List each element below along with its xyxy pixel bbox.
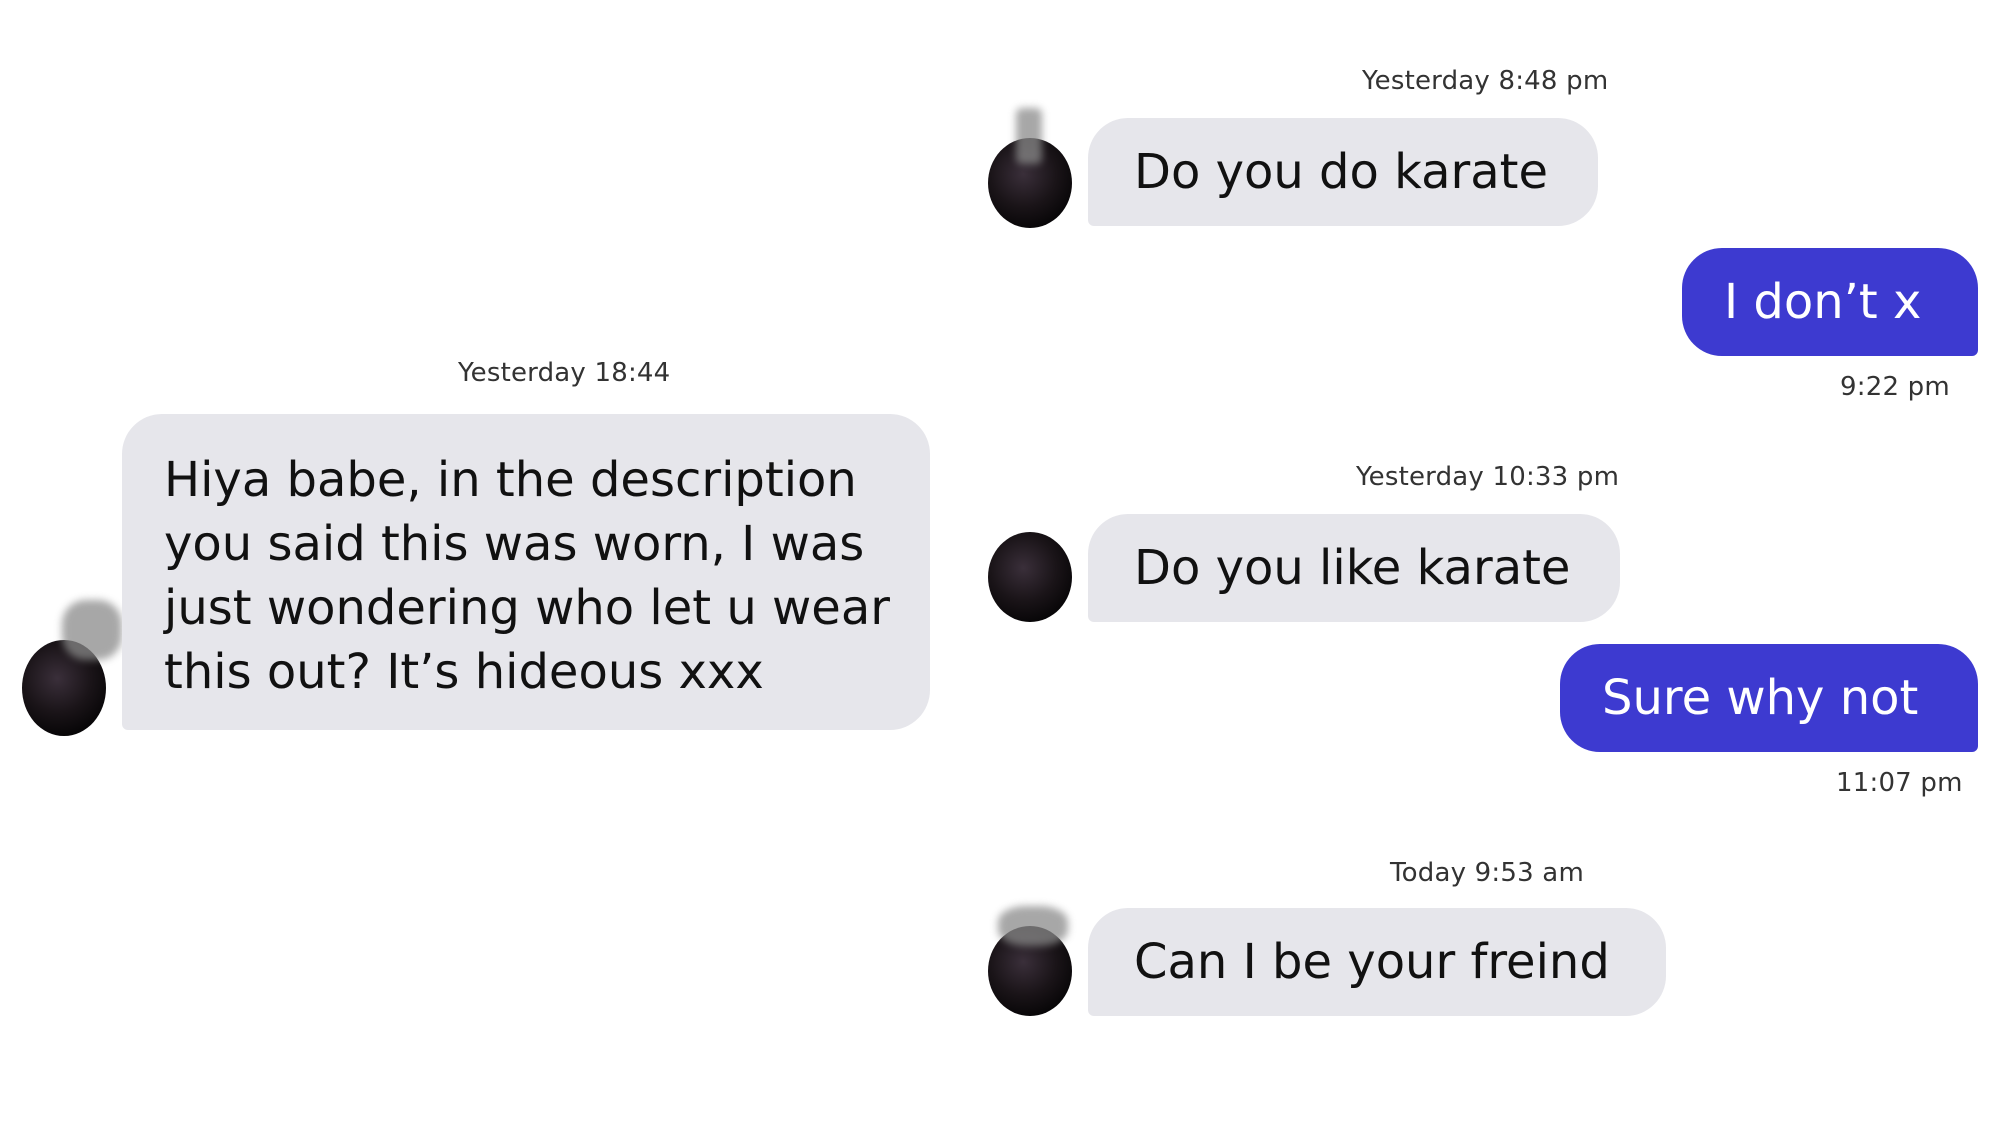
- incoming-message-bubble-1[interactable]: Do you do karate: [1088, 118, 1598, 226]
- sender-avatar-3[interactable]: [988, 906, 1072, 1016]
- message-1-timestamp: Yesterday 8:48 pm: [1362, 66, 1609, 96]
- incoming-message-text-3: Can I be your freind: [1134, 934, 1610, 990]
- incoming-message-bubble-2[interactable]: Do you like karate: [1088, 514, 1620, 622]
- message-5-timestamp: Today 9:53 am: [1390, 858, 1584, 888]
- outgoing-message-bubble-2[interactable]: Sure why not: [1560, 644, 1978, 752]
- left-incoming-message-text: Hiya babe, in the description you said t…: [164, 452, 890, 700]
- outgoing-message-text-2: Sure why not: [1602, 670, 1919, 726]
- left-incoming-message-bubble[interactable]: Hiya babe, in the description you said t…: [122, 414, 930, 730]
- outgoing-message-time-1: 9:22 pm: [1840, 372, 1950, 402]
- outgoing-message-bubble-1[interactable]: I don’t x: [1682, 248, 1978, 356]
- incoming-message-text-1: Do you do karate: [1134, 144, 1548, 200]
- outgoing-message-time-2: 11:07 pm: [1836, 768, 1963, 798]
- sender-avatar-1[interactable]: [988, 108, 1072, 228]
- avatar-blur-overlay: [1016, 108, 1042, 164]
- incoming-message-text-2: Do you like karate: [1134, 540, 1571, 596]
- incoming-message-bubble-3[interactable]: Can I be your freind: [1088, 908, 1666, 1016]
- avatar-blur-overlay: [62, 600, 122, 660]
- avatar-blur-overlay: [998, 906, 1068, 946]
- message-3-timestamp: Yesterday 10:33 pm: [1356, 462, 1620, 492]
- sender-avatar-2[interactable]: [988, 532, 1072, 622]
- left-sender-avatar[interactable]: [22, 600, 122, 736]
- left-message-timestamp: Yesterday 18:44: [458, 358, 671, 388]
- outgoing-message-text-1: I don’t x: [1724, 274, 1922, 330]
